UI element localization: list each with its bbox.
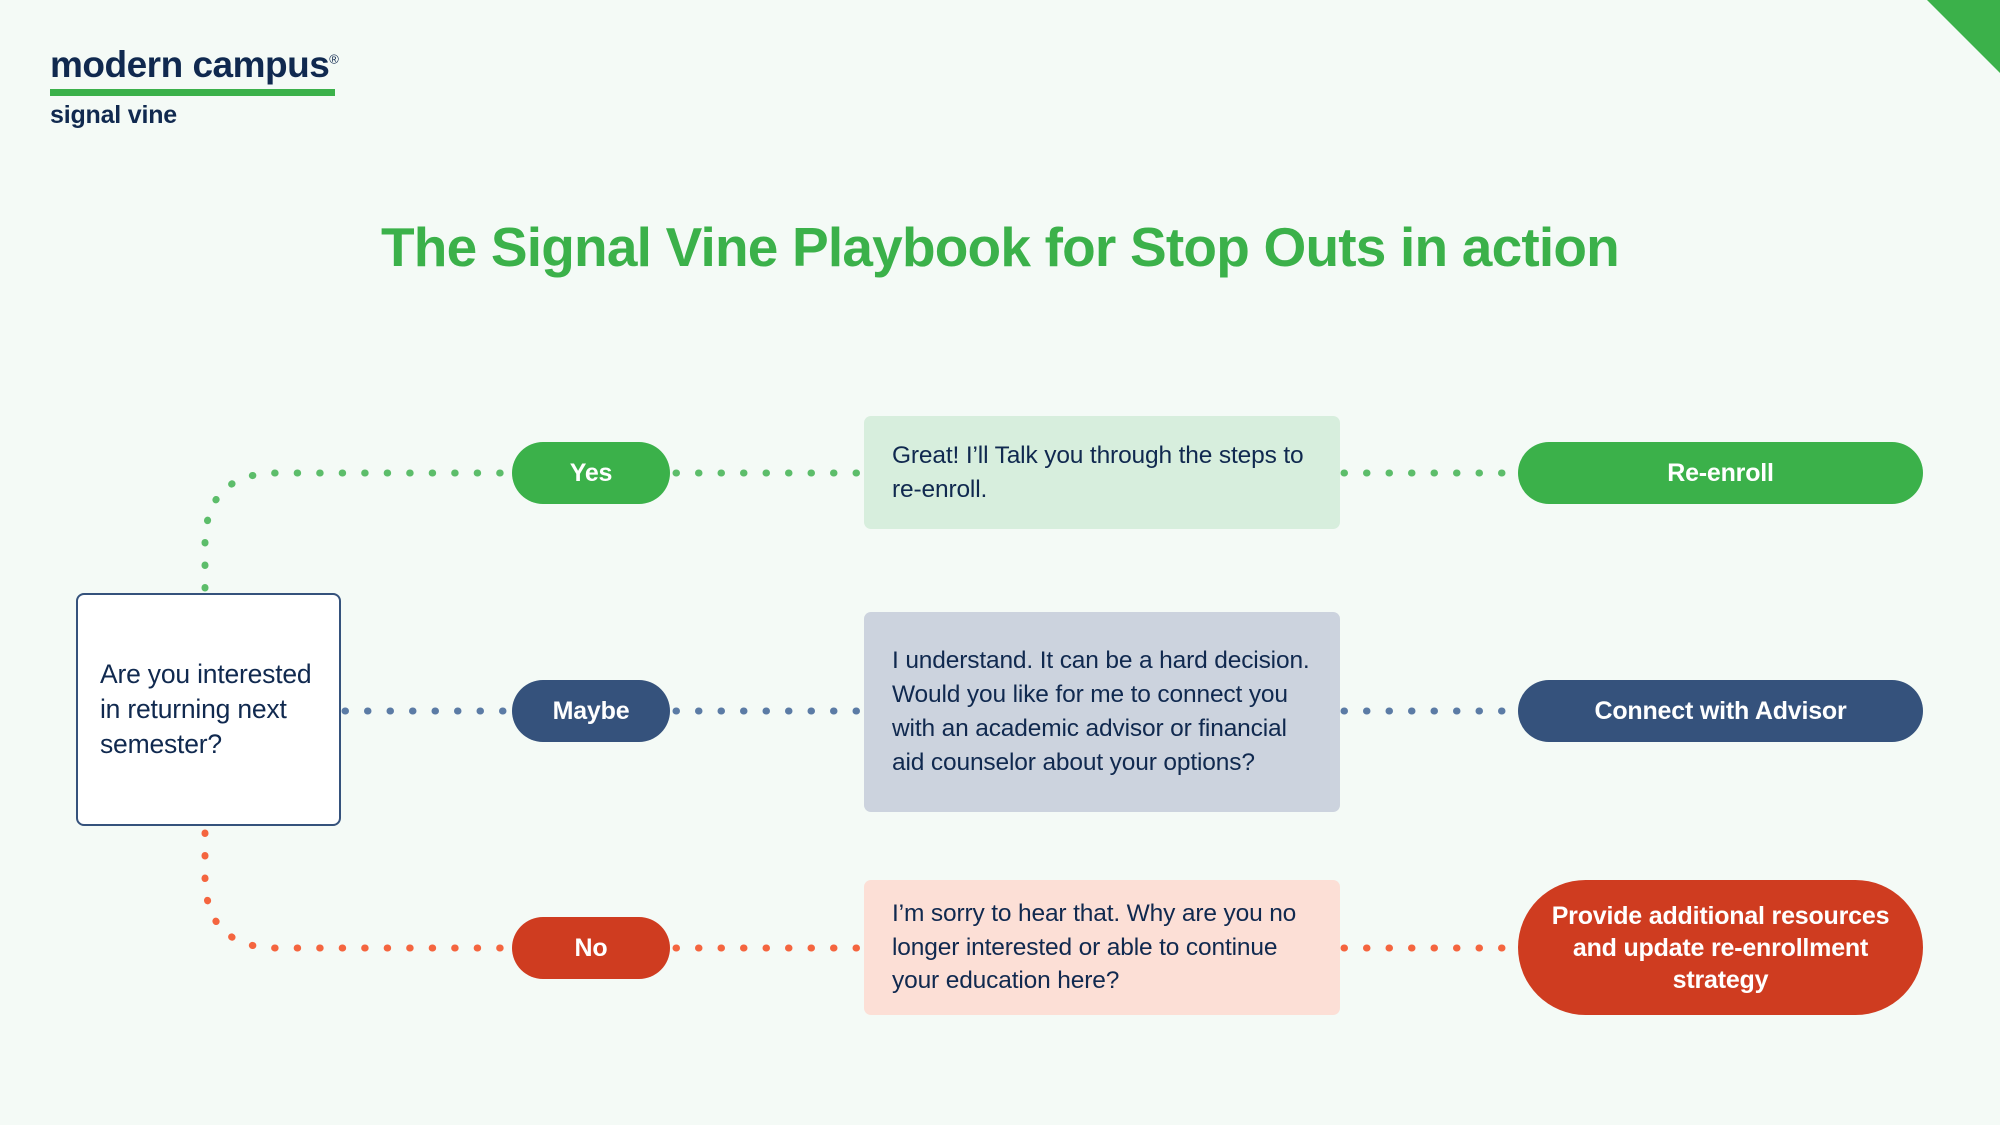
branch-message-maybe: I understand. It can be a hard decision.… (864, 612, 1340, 812)
slide-canvas: modern campus® signal vine The Signal Vi… (0, 0, 2000, 1125)
connector-decision-to-yes (201, 469, 510, 592)
branch-pill-no[interactable]: No (512, 917, 670, 979)
branch-outcome-yes[interactable]: Re-enroll (1518, 442, 1923, 504)
decision-node[interactable]: Are you interested in returning next sem… (76, 593, 341, 826)
branch-message-no: I’m sorry to hear that. Why are you no l… (864, 880, 1340, 1015)
branch-message-yes: Great! I’ll Talk you through the steps t… (864, 416, 1340, 529)
branch-pill-maybe[interactable]: Maybe (512, 680, 670, 742)
branch-outcome-no[interactable]: Provide additional resources and update … (1518, 880, 1923, 1015)
branch-outcome-maybe[interactable]: Connect with Advisor (1518, 680, 1923, 742)
flowchart: Are you interested in returning next sem… (0, 0, 2000, 1125)
branch-pill-yes[interactable]: Yes (512, 442, 670, 504)
decision-node-text: Are you interested in returning next sem… (100, 659, 312, 759)
connector-decision-to-no (201, 829, 510, 952)
